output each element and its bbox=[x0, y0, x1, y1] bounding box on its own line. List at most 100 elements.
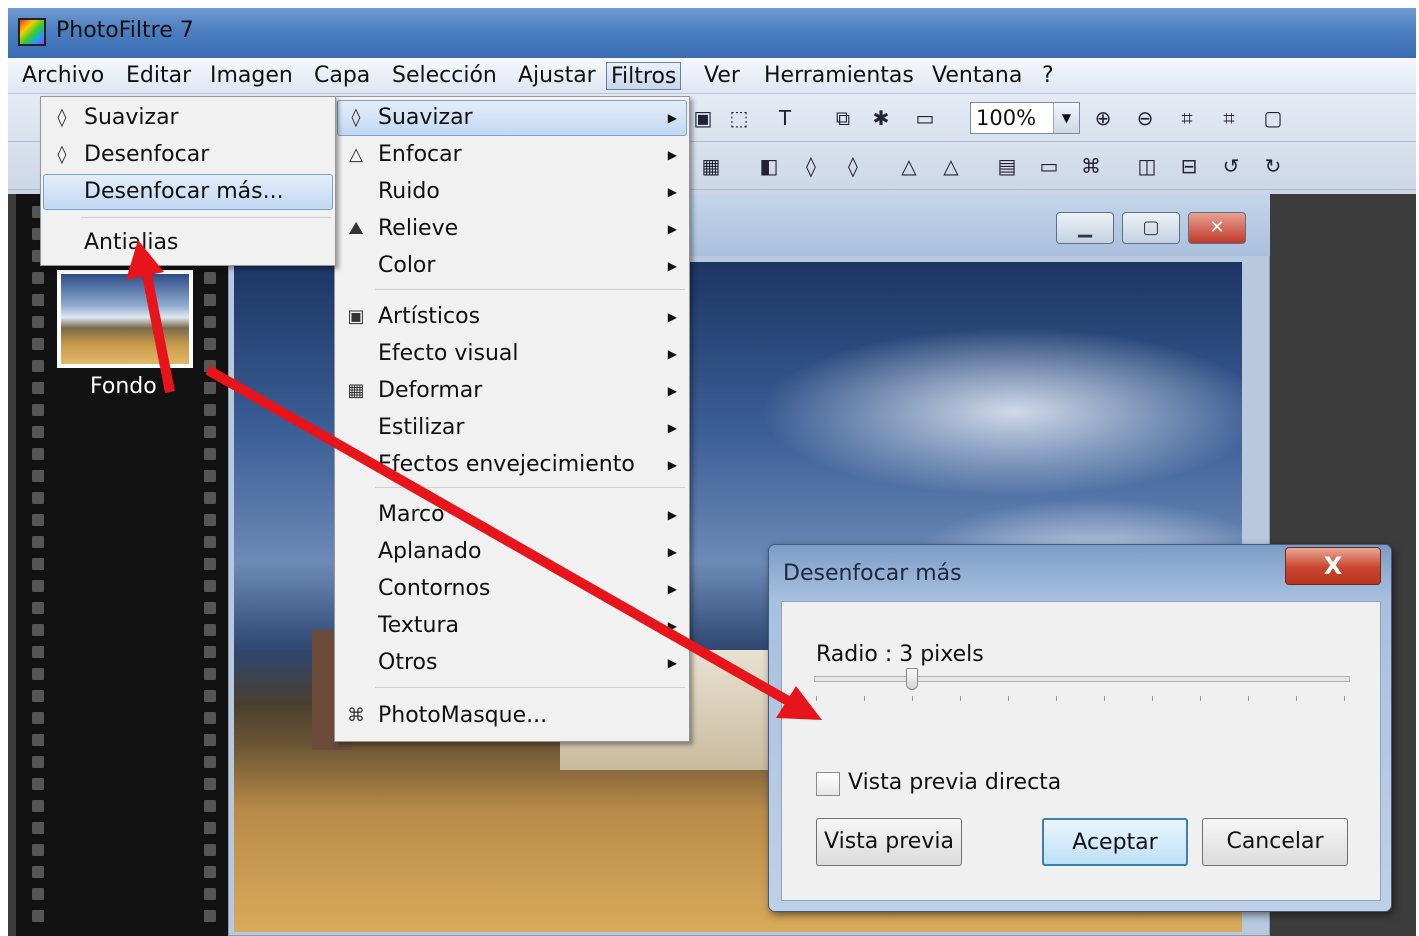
filters-menu-item-relieve[interactable]: ⛰ Relieve ▶ bbox=[335, 211, 691, 247]
filters-menu-item-artísticos[interactable]: ▣ Artísticos ▶ bbox=[335, 299, 691, 335]
text-tool-icon[interactable]: T bbox=[770, 103, 800, 133]
zoom-in-icon[interactable]: ⊕ bbox=[1088, 103, 1118, 133]
film-perforation bbox=[32, 338, 44, 350]
menu-seleccion[interactable]: Selección bbox=[388, 62, 501, 90]
suavizar-menu-item-suavizar[interactable]: ◊ Suavizar bbox=[41, 100, 337, 136]
zoom-select[interactable]: 100% ▼ bbox=[970, 102, 1080, 134]
filters-menu-item-color[interactable]: Color ▶ bbox=[335, 248, 691, 284]
film-perforation bbox=[204, 866, 216, 878]
layers-tool-icon[interactable]: ⧉ bbox=[828, 103, 858, 133]
menu-capa[interactable]: Capa bbox=[310, 62, 374, 90]
chevron-down-icon[interactable]: ▼ bbox=[1053, 103, 1079, 133]
flip-vertical-icon[interactable]: ⊟ bbox=[1174, 151, 1204, 181]
film-perforation bbox=[204, 536, 216, 548]
filters-menu-item-deformar[interactable]: ▦ Deformar ▶ bbox=[335, 373, 691, 409]
mosaic-icon[interactable]: ▦ bbox=[696, 151, 726, 181]
filters-menu-item-contornos[interactable]: Contornos ▶ bbox=[335, 571, 691, 607]
menu-ver[interactable]: Ver bbox=[700, 62, 744, 90]
film-perforation bbox=[32, 910, 44, 922]
suavizar-submenu: ◊ Suavizar ◊ Desenfocar Desenfocar más... Ant… bbox=[40, 96, 336, 266]
filters-menu-item-efecto-visual[interactable]: Efecto visual ▶ bbox=[335, 336, 691, 372]
filters-menu-item-enfocar[interactable]: △ Enfocar ▶ bbox=[335, 137, 691, 173]
menu-item-label: Desenfocar bbox=[84, 142, 210, 167]
suavizar-menu-item-desenfocar-más[interactable]: Desenfocar más... bbox=[41, 174, 337, 210]
menu-item-label: Artísticos bbox=[378, 304, 481, 329]
zoom-out-icon[interactable]: ⊖ bbox=[1130, 103, 1160, 133]
filters-menu-item-textura[interactable]: Textura ▶ bbox=[335, 608, 691, 644]
chevron-right-icon: ▶ bbox=[667, 582, 677, 596]
sharpen-icon[interactable]: △ bbox=[894, 151, 924, 181]
layer-name[interactable]: Fondo bbox=[90, 374, 157, 399]
live-preview-checkbox[interactable] bbox=[816, 772, 840, 796]
filters-menu-item-otros[interactable]: Otros ▶ bbox=[335, 645, 691, 681]
menu-separator bbox=[375, 487, 685, 488]
rotate-right-icon[interactable]: ↻ bbox=[1258, 151, 1288, 181]
menu-ventana[interactable]: Ventana bbox=[928, 62, 1026, 90]
blur-drop-icon[interactable]: ◊ bbox=[838, 151, 868, 181]
chevron-right-icon: ▶ bbox=[667, 347, 677, 361]
zoom-value: 100% bbox=[976, 106, 1037, 130]
chevron-right-icon: ▶ bbox=[667, 384, 677, 398]
menu-help[interactable]: ? bbox=[1038, 62, 1058, 90]
image-tool-icon[interactable]: ▣ bbox=[688, 103, 718, 133]
slider-tick bbox=[1008, 696, 1009, 701]
sharpen-more-icon[interactable]: △ bbox=[936, 151, 966, 181]
fullscreen-icon[interactable]: ▢ bbox=[1258, 103, 1288, 133]
radius-label: Radio : 3 pixels bbox=[816, 642, 984, 667]
menu-bar: Archivo Editar Imagen Capa Selección Aju… bbox=[8, 58, 1416, 94]
rotate-left-icon[interactable]: ↺ bbox=[1216, 151, 1246, 181]
menu-item-label: PhotoMasque... bbox=[378, 703, 548, 728]
flip-horizontal-icon[interactable]: ◫ bbox=[1132, 151, 1162, 181]
monitor-icon[interactable]: ▭ bbox=[1034, 151, 1064, 181]
color-chart-icon[interactable]: ▤ bbox=[992, 151, 1022, 181]
selection-tool-icon[interactable]: ⬚ bbox=[724, 103, 754, 133]
photofiltre-logo-icon bbox=[18, 18, 46, 46]
filters-menu-item-photomasque[interactable]: ⌘ PhotoMasque... bbox=[335, 698, 691, 734]
filters-menu-item-marco[interactable]: Marco ▶ bbox=[335, 497, 691, 533]
menu-imagen[interactable]: Imagen bbox=[206, 62, 297, 90]
suavizar-menu-item-desenfocar[interactable]: ◊ Desenfocar bbox=[41, 137, 337, 173]
live-preview-label[interactable]: Vista previa directa bbox=[848, 770, 1061, 795]
filters-menu-item-suavizar[interactable]: ◊ Suavizar ▶ bbox=[335, 100, 691, 136]
layer-thumbnail[interactable] bbox=[57, 270, 193, 368]
menu-archivo[interactable]: Archivo bbox=[18, 62, 108, 90]
suavizar-menu-item-antialias[interactable]: Antialias bbox=[41, 225, 337, 261]
film-perforation bbox=[32, 712, 44, 724]
radius-slider-track[interactable] bbox=[814, 676, 1350, 682]
menu-editar[interactable]: Editar bbox=[122, 62, 195, 90]
stamp-icon[interactable]: ⌘ bbox=[1076, 151, 1106, 181]
contrast-icon[interactable]: ◧ bbox=[754, 151, 784, 181]
effect-tool-icon[interactable]: ✱ bbox=[866, 103, 896, 133]
menu-herramientas[interactable]: Herramientas bbox=[760, 62, 918, 90]
relief-icon: ⛰ bbox=[348, 218, 364, 239]
menu-item-label: Enfocar bbox=[378, 142, 462, 167]
menu-ajustar[interactable]: Ajustar bbox=[514, 62, 600, 90]
filters-menu-item-estilizar[interactable]: Estilizar ▶ bbox=[335, 410, 691, 446]
dialog-close-button[interactable]: X bbox=[1285, 547, 1381, 585]
film-perforation bbox=[32, 426, 44, 438]
slider-tick bbox=[864, 696, 865, 701]
filters-menu-item-efectos-envejecimiento[interactable]: Efectos envejecimiento ▶ bbox=[335, 447, 691, 483]
filters-menu-item-ruido[interactable]: Ruido ▶ bbox=[335, 174, 691, 210]
film-perforation bbox=[204, 272, 216, 284]
close-window-button[interactable]: ✕ bbox=[1188, 212, 1246, 244]
drop-icon[interactable]: ◊ bbox=[796, 151, 826, 181]
film-perforation bbox=[32, 756, 44, 768]
slider-tick bbox=[912, 696, 913, 701]
radius-slider-thumb[interactable] bbox=[906, 668, 918, 690]
minimize-button[interactable]: ▁ bbox=[1056, 212, 1114, 244]
filters-menu-item-aplanado[interactable]: Aplanado ▶ bbox=[335, 534, 691, 570]
preview-button[interactable]: Vista previa bbox=[816, 818, 962, 866]
grid-icon: ▦ bbox=[347, 380, 365, 401]
film-perforation bbox=[204, 470, 216, 482]
film-perforation bbox=[32, 294, 44, 306]
actual-size-icon[interactable]: ⌗ bbox=[1214, 103, 1244, 133]
fit-image-icon[interactable]: ⌗ bbox=[1172, 103, 1202, 133]
cancel-button[interactable]: Cancelar bbox=[1202, 818, 1348, 866]
menu-filtros[interactable]: Filtros bbox=[606, 62, 682, 90]
maximize-button[interactable]: ▢ bbox=[1122, 212, 1180, 244]
menu-item-label: Aplanado bbox=[378, 539, 482, 564]
window-tool-icon[interactable]: ▭ bbox=[910, 103, 940, 133]
ok-button[interactable]: Aceptar bbox=[1042, 818, 1188, 866]
film-perforation bbox=[32, 492, 44, 504]
